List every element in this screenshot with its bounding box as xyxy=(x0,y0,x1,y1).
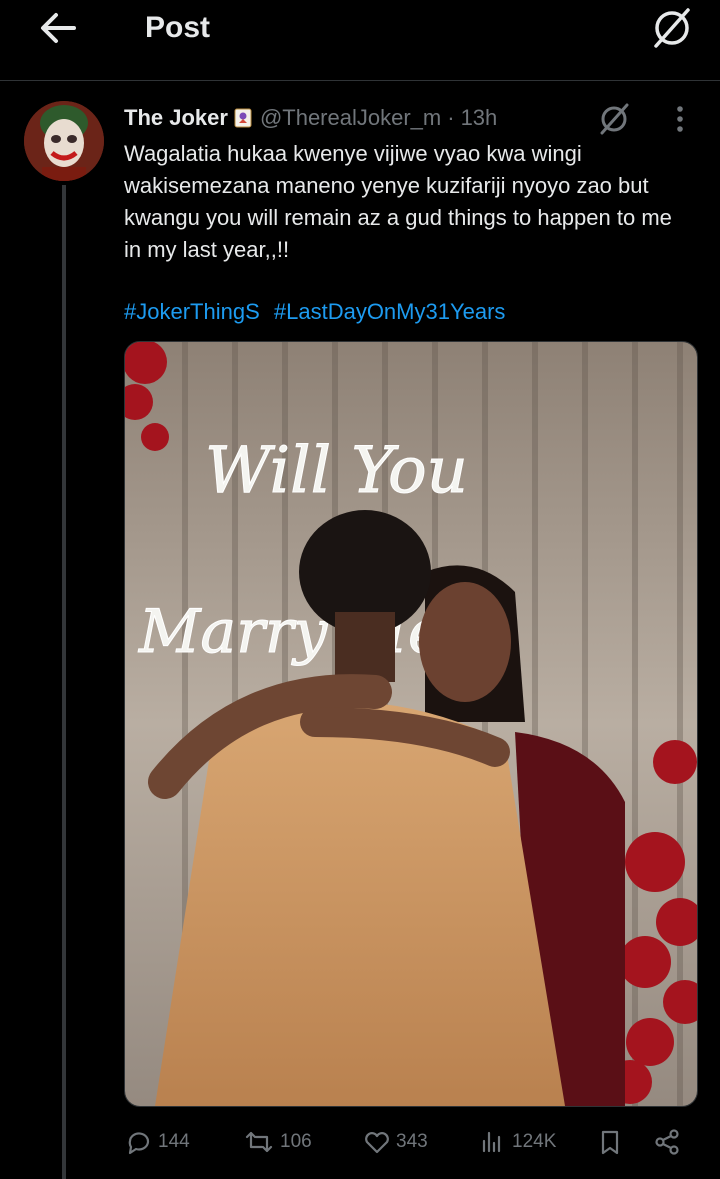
grok-icon xyxy=(600,103,629,135)
display-name[interactable]: The Joker xyxy=(124,105,228,131)
more-options-button[interactable] xyxy=(668,104,692,134)
post-time[interactable]: 13h xyxy=(461,105,498,131)
proposal-photo: Will You Marry Me? xyxy=(125,342,697,1106)
header-divider xyxy=(0,80,720,81)
bookmark-icon xyxy=(601,1130,619,1155)
tweet-meta: The Joker @TherealJoker_m · 13h xyxy=(124,103,497,133)
like-icon xyxy=(365,1132,389,1154)
views-button[interactable]: 124K xyxy=(478,1122,556,1162)
tweet-photo[interactable]: Will You Marry Me? xyxy=(124,341,698,1107)
meta-separator: · xyxy=(447,105,455,130)
views-icon xyxy=(482,1131,501,1153)
top-bar: Post xyxy=(0,0,720,80)
neon-sign-line1: Will You xyxy=(205,434,468,508)
avatar-image xyxy=(24,101,104,181)
share-icon xyxy=(655,1129,679,1155)
thread-line xyxy=(62,185,66,1179)
action-bar: 144 106 343 124K xyxy=(124,1122,696,1162)
page-title: Post xyxy=(145,11,211,44)
share-button[interactable] xyxy=(652,1122,686,1162)
avatar[interactable] xyxy=(24,101,104,181)
views-count: 124K xyxy=(512,1131,557,1152)
reply-button[interactable]: 144 xyxy=(124,1122,190,1162)
hashtags: #JokerThingS #LastDayOnMy31Years xyxy=(124,296,513,328)
like-count: 343 xyxy=(396,1131,428,1152)
back-arrow-icon xyxy=(41,13,76,43)
user-handle[interactable]: @TherealJoker_m xyxy=(260,105,441,131)
grok-button[interactable] xyxy=(650,6,694,50)
more-icon xyxy=(677,106,683,132)
reply-count: 144 xyxy=(158,1131,190,1152)
grok-icon xyxy=(654,8,690,48)
reply-icon xyxy=(128,1132,150,1155)
tweet-text: Wagalatia hukaa kwenye vijiwe vyao kwa w… xyxy=(124,141,672,262)
like-button[interactable]: 343 xyxy=(362,1122,428,1162)
bookmark-button[interactable] xyxy=(596,1122,628,1162)
back-button[interactable] xyxy=(36,8,80,48)
hashtag-link[interactable]: #LastDayOnMy31Years xyxy=(274,299,506,324)
repost-count: 106 xyxy=(280,1131,312,1152)
grok-explain-button[interactable] xyxy=(596,101,632,137)
hashtag-link[interactable]: #JokerThingS xyxy=(124,299,260,324)
repost-button[interactable]: 106 xyxy=(242,1122,312,1162)
joker-card-badge-icon xyxy=(232,107,254,129)
repost-icon xyxy=(245,1131,273,1153)
